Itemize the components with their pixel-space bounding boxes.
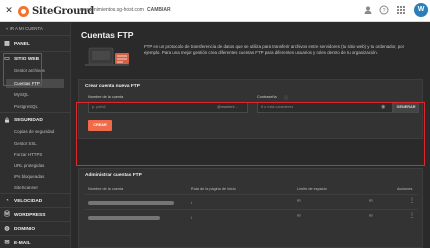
- sidebar-item-postgresql[interactable]: PostgreSQL: [14, 104, 38, 109]
- mail-icon: ✉: [4, 240, 10, 246]
- manage-ftp-card: Administrar cuentas FTP Nombre de la cue…: [78, 168, 423, 248]
- row-path: /: [191, 215, 193, 220]
- sidebar: « IR A MI CUENTA ▦ PANEL ▭ SITIO WEB Ges…: [0, 22, 71, 248]
- intro-text: FTP es un protocolo de transferencia de …: [144, 44, 405, 56]
- column-header-name: Nombre de la cuenta: [88, 187, 124, 191]
- user-icon[interactable]: [362, 5, 374, 17]
- back-to-account-link[interactable]: « IR A MI CUENTA: [6, 26, 43, 31]
- divider: [0, 51, 71, 52]
- sidebar-item-url-protegidas[interactable]: URL protegidas: [14, 163, 44, 168]
- sidebar-section-panel[interactable]: ▦ PANEL: [4, 41, 30, 47]
- column-header-path: Ruta de la página de inicio: [191, 187, 236, 191]
- divider: [0, 35, 71, 36]
- sidebar-section-velocidad[interactable]: ◔ VELOCIDAD: [4, 198, 42, 204]
- sidebar-section-email[interactable]: ✉ E-MAIL: [4, 240, 31, 246]
- change-site-button[interactable]: CAMBIAR: [147, 7, 171, 13]
- apps-grid-icon[interactable]: [395, 5, 407, 17]
- actions-menu-icon[interactable]: ⋮: [409, 197, 415, 204]
- row-quota: ∞: [297, 198, 301, 204]
- card-title: Crear cuenta nueva FTP: [85, 84, 140, 89]
- divider: [0, 193, 71, 194]
- column-header-actions: Acciones: [397, 187, 413, 191]
- sidebar-item-mysql[interactable]: MySQL: [14, 92, 29, 97]
- info-icon: ⓘ: [284, 95, 288, 100]
- sidebar-section-seguridad[interactable]: SEGURIDAD: [4, 117, 43, 123]
- row-quota: ∞: [297, 213, 301, 219]
- highlight-box: [3, 53, 42, 86]
- lock-icon: [4, 117, 10, 123]
- divider: [0, 207, 71, 208]
- account-name-label: Nombre de la cuenta: [88, 95, 124, 99]
- sidebar-item-forzar-https[interactable]: Forzar HTTPS: [14, 152, 42, 157]
- sidebar-section-label: SEGURIDAD: [14, 117, 43, 123]
- page-title: Cuentas FTP: [81, 30, 134, 40]
- divider: [85, 209, 418, 210]
- main-content: Cuentas FTP FTP es un protocolo de trans…: [72, 22, 430, 248]
- top-bar: ✕ SiteGround mantenimientos.sg-host.com …: [0, 0, 430, 22]
- sidebar-item-sitescanner[interactable]: SiteScanner: [14, 185, 38, 190]
- sidebar-section-wordpress[interactable]: Ⓦ WORDPRESS: [4, 212, 45, 218]
- app-window: ✕ SiteGround mantenimientos.sg-host.com …: [0, 0, 430, 248]
- sidebar-section-label: PANEL: [14, 41, 30, 47]
- sidebar-item-ips-bloqueadas[interactable]: IPs bloqueadas: [14, 174, 44, 179]
- sidebar-section-dominio[interactable]: ◍ DOMINIO: [4, 226, 35, 232]
- globe-icon: ◍: [4, 226, 10, 232]
- speed-icon: ◔: [5, 198, 9, 204]
- close-icon[interactable]: ✕: [4, 5, 14, 15]
- actions-menu-icon[interactable]: ⋮: [409, 212, 415, 219]
- sidebar-section-label: WORDPRESS: [14, 212, 46, 218]
- divider: [0, 221, 71, 222]
- sidebar-item-gestor-ssl[interactable]: Gestor SSL: [14, 141, 37, 146]
- sidebar-item-copias[interactable]: Copias de seguridad: [14, 129, 54, 134]
- ftp-illustration-icon: [85, 47, 129, 66]
- quota-unlimited-icon: ∞: [369, 213, 373, 219]
- wordpress-icon: Ⓦ: [4, 212, 11, 218]
- redacted-account-name: [88, 216, 160, 220]
- sidebar-section-label: VELOCIDAD: [14, 198, 43, 204]
- highlight-box: [76, 102, 425, 166]
- divider: [0, 235, 71, 236]
- svg-text:?: ?: [382, 8, 385, 14]
- sidebar-section-label: E-MAIL: [14, 240, 31, 246]
- user-avatar[interactable]: W: [414, 3, 428, 17]
- help-icon[interactable]: ?: [378, 5, 390, 17]
- grid-icon: ▦: [4, 41, 10, 47]
- divider: [85, 194, 418, 195]
- password-label: Contraseña: [257, 95, 277, 99]
- redacted-account-name: [88, 201, 174, 205]
- divider: [0, 112, 71, 113]
- site-domain: mantenimientos.sg-host.com: [80, 7, 144, 13]
- row-path: /: [191, 200, 193, 205]
- logo-mark-icon: [18, 5, 29, 17]
- sidebar-section-label: DOMINIO: [14, 226, 36, 232]
- column-header-quota: Límite de espacio: [297, 187, 327, 191]
- card-title: Administrar cuentas FTP: [85, 173, 142, 178]
- quota-unlimited-icon: ∞: [369, 198, 373, 204]
